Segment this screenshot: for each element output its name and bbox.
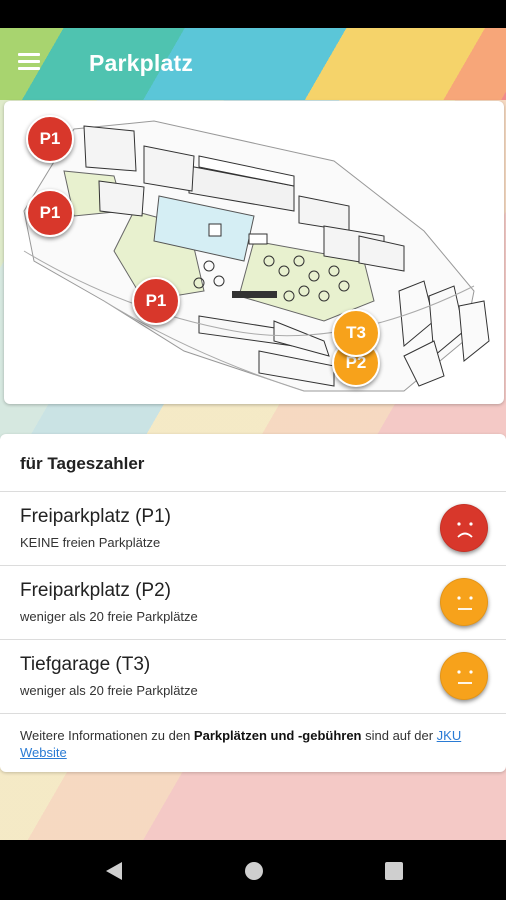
- parking-info-card: für Tageszahler Freiparkplatz (P1) KEINE…: [0, 434, 506, 772]
- recents-square-icon[interactable]: [382, 860, 406, 882]
- marker-p1-middle[interactable]: P1: [26, 189, 74, 237]
- lot-name: Tiefgarage (T3): [20, 654, 151, 675]
- lot-name: Freiparkplatz (P1): [20, 506, 171, 527]
- hamburger-menu-icon[interactable]: [18, 50, 52, 78]
- info-footer-note: Weitere Informationen zu den Parkplätzen…: [20, 727, 490, 761]
- lot-row-p2[interactable]: Freiparkplatz (P2) weniger als 20 freie …: [0, 566, 506, 639]
- sad-face-icon: [440, 504, 488, 552]
- footer-text: sind auf der: [361, 728, 437, 743]
- back-triangle-icon[interactable]: [102, 860, 126, 882]
- lot-status: weniger als 20 freie Parkplätze: [20, 609, 198, 624]
- divider: [0, 713, 506, 714]
- campus-map: P1 P1 P1 P2 T3: [4, 101, 504, 404]
- campus-map-drawing: [23, 120, 490, 392]
- lot-status: weniger als 20 freie Parkplätze: [20, 683, 198, 698]
- app-bar: Parkplatz: [0, 28, 506, 100]
- page-title: Parkplatz: [89, 50, 194, 76]
- lot-status: KEINE freien Parkplätze: [20, 535, 161, 550]
- home-circle-icon[interactable]: [242, 860, 266, 882]
- section-heading: für Tageszahler: [20, 454, 145, 473]
- lot-name: Freiparkplatz (P2): [20, 580, 171, 601]
- neutral-face-icon: [440, 652, 488, 700]
- system-nav-bar: [0, 840, 506, 900]
- lot-row-p1[interactable]: Freiparkplatz (P1) KEINE freien Parkplät…: [0, 492, 506, 565]
- footer-text: Weitere Informationen zu den: [20, 728, 194, 743]
- footer-bold-text: Parkplätzen und -gebühren: [193, 728, 362, 743]
- marker-t3[interactable]: T3: [332, 309, 380, 357]
- status-bar: [0, 0, 506, 28]
- neutral-face-icon: [440, 578, 488, 626]
- lot-row-t3[interactable]: Tiefgarage (T3) weniger als 20 freie Par…: [0, 640, 506, 713]
- marker-p1-bottom[interactable]: P1: [132, 277, 180, 325]
- marker-p1-top[interactable]: P1: [26, 115, 74, 163]
